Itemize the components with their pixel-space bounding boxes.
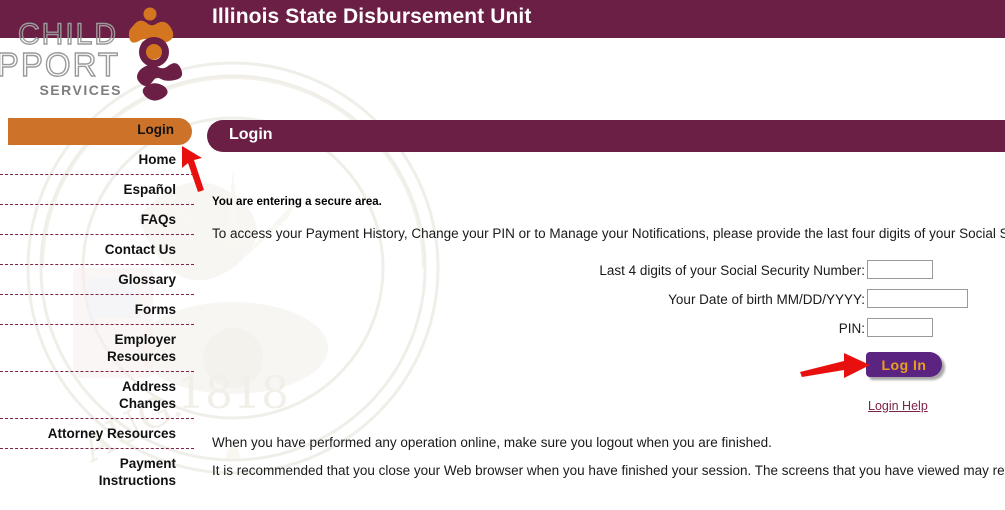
form-row-pin: PIN:	[207, 318, 1005, 347]
sidebar-item-employer-resources[interactable]: Employer Resources	[0, 325, 194, 372]
sidebar-item-label-attorney-resources: Attorney Resources	[47, 426, 176, 441]
sidebar-item-label-employer-resources: Employer Resources	[106, 332, 176, 364]
login-help-link[interactable]: Login Help	[868, 399, 928, 413]
sidebar-item-espanol[interactable]: Español	[0, 175, 194, 205]
sidebar-navigation: Home Español FAQs Contact Us Glossary Fo…	[0, 118, 194, 495]
sidebar-item-label-glossary: Glossary	[118, 272, 176, 287]
login-section-banner: Login	[207, 120, 1005, 152]
main-content: Login You are entering a secure area. To…	[207, 0, 1005, 510]
secure-area-note: You are entering a secure area.	[212, 196, 382, 208]
logout-reminder-text: When you have performed any operation on…	[212, 435, 772, 450]
sidebar-item-label-address-changes: Address Changes	[118, 379, 176, 411]
log-in-button[interactable]: Log In	[866, 352, 942, 377]
child-support-services-logo: CHILD SUPPORT SERVICES	[0, 7, 183, 101]
sidebar-item-address-changes[interactable]: Address Changes	[0, 372, 194, 419]
login-section-title: Login	[229, 126, 273, 143]
ssn-last4-input[interactable]	[867, 260, 933, 279]
sidebar-item-label-forms: Forms	[134, 302, 176, 317]
sidebar-item-label-home: Home	[138, 152, 176, 167]
sidebar-item-home[interactable]: Home	[0, 145, 194, 175]
sidebar-item-label-contact-us: Contact Us	[104, 242, 176, 257]
sidebar-item-payment-instructions[interactable]: Payment Instructions	[0, 449, 194, 495]
form-row-dob: Your Date of birth MM/DD/YYYY:	[207, 289, 1005, 318]
login-form: Last 4 digits of your Social Security Nu…	[207, 260, 1005, 347]
label-ssn-last4: Last 4 digits of your Social Security Nu…	[599, 263, 865, 278]
svg-text:SUPPORT: SUPPORT	[0, 46, 120, 83]
sidebar-item-login[interactable]: Login	[8, 118, 192, 145]
sidebar-item-label-login: Login	[137, 122, 174, 137]
label-pin: PIN:	[838, 321, 865, 336]
page-title: Illinois State Disbursement Unit	[212, 5, 532, 28]
sidebar-item-attorney-resources[interactable]: Attorney Resources	[0, 419, 194, 449]
sidebar-item-label-payment-instructions: Payment Instructions	[98, 456, 176, 488]
sidebar-item-faqs[interactable]: FAQs	[0, 205, 194, 235]
svg-text:SERVICES: SERVICES	[39, 82, 122, 98]
sidebar-item-contact-us[interactable]: Contact Us	[0, 235, 194, 265]
sidebar-item-glossary[interactable]: Glossary	[0, 265, 194, 295]
label-date-of-birth: Your Date of birth MM/DD/YYYY:	[668, 292, 865, 307]
intro-instruction-text: To access your Payment History, Change y…	[212, 226, 1005, 241]
sidebar-item-label-faqs: FAQs	[140, 212, 176, 227]
form-row-ssn: Last 4 digits of your Social Security Nu…	[207, 260, 1005, 289]
pin-input[interactable]	[867, 318, 933, 337]
date-of-birth-input[interactable]	[867, 289, 968, 308]
sidebar-item-forms[interactable]: Forms	[0, 295, 194, 325]
browser-close-recommendation-text: It is recommended that you close your We…	[212, 463, 1005, 478]
sidebar-item-label-espanol: Español	[123, 182, 176, 197]
